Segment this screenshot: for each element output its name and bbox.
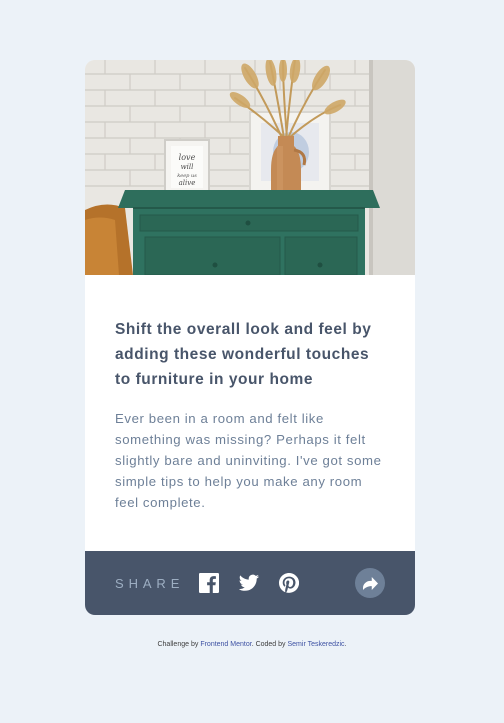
frame-text-1: love bbox=[179, 153, 196, 162]
attribution-middle: . Coded by bbox=[251, 641, 286, 648]
share-bar: SHARE bbox=[85, 551, 415, 615]
frame-text-4: alive bbox=[179, 179, 196, 187]
frontend-mentor-link[interactable]: Frontend Mentor bbox=[200, 641, 251, 648]
pinterest-icon[interactable] bbox=[279, 573, 299, 593]
share-arrow-icon bbox=[362, 576, 378, 590]
share-label: SHARE bbox=[115, 576, 185, 591]
dresser-photo: love will keep us alive bbox=[85, 60, 415, 275]
article-card: love will keep us alive Shift the overal… bbox=[85, 60, 415, 615]
share-button[interactable] bbox=[355, 568, 385, 598]
card-content: Shift the overall look and feel by addin… bbox=[85, 275, 415, 551]
twitter-icon[interactable] bbox=[239, 573, 259, 593]
author-link[interactable]: Semir Teskeredzic bbox=[288, 641, 345, 648]
article-description: Ever been in a room and felt like someth… bbox=[115, 411, 382, 510]
facebook-icon[interactable] bbox=[199, 573, 219, 593]
article-headline: Shift the overall look and feel by addin… bbox=[115, 321, 372, 388]
hero-image: love will keep us alive bbox=[85, 60, 415, 275]
attribution-suffix: . bbox=[344, 641, 347, 648]
frame-text-2: will bbox=[181, 163, 194, 171]
attribution: Challenge by Frontend Mentor. Coded by S… bbox=[0, 640, 504, 650]
attribution-prefix: Challenge by bbox=[157, 641, 199, 648]
